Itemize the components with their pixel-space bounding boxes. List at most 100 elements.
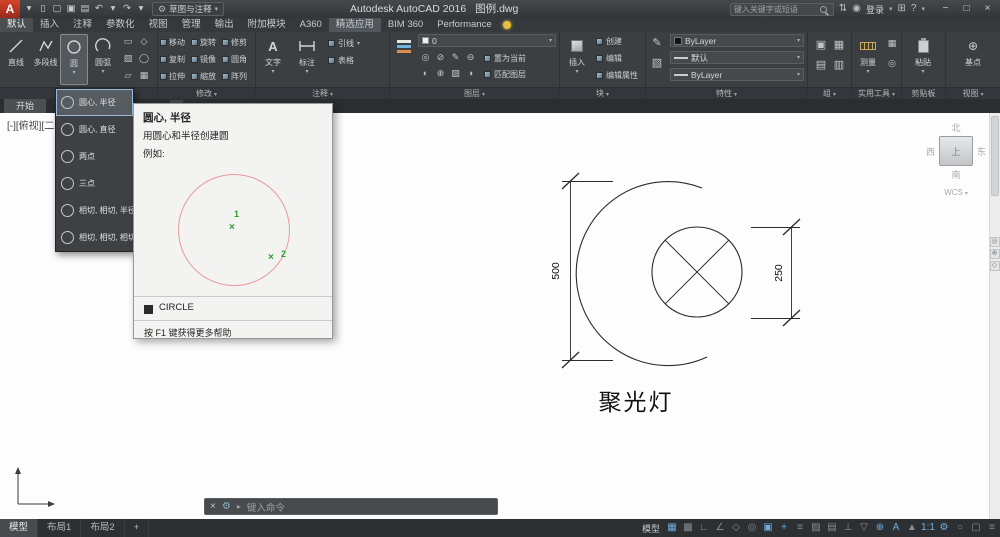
isolate-toggle[interactable]: ○	[952, 519, 968, 537]
close-icon[interactable]: ×	[210, 501, 216, 512]
viewcube[interactable]: 北 西 上 东 南 WCS ▾	[918, 121, 994, 197]
layer-walk-icon[interactable]: ◑	[463, 66, 478, 82]
create-block-button[interactable]: 创建	[596, 33, 644, 50]
layer-select[interactable]: 0 ▾	[418, 34, 556, 47]
workspace-selector[interactable]: ⚙ 草图与注释 ▾	[152, 2, 225, 16]
annotation-scale[interactable]: 1:1	[920, 519, 936, 537]
groups-panel-label[interactable]: 组 ▾	[808, 87, 851, 99]
match-layer-button[interactable]: 匹配图层	[484, 66, 558, 82]
dimension-caret-icon[interactable]: ▾	[305, 68, 308, 75]
quick-calc-icon[interactable]: ▦	[884, 36, 900, 56]
clean-screen-toggle[interactable]: ▢	[968, 519, 984, 537]
workspace-switch[interactable]: ⚙	[936, 519, 952, 537]
region-icon[interactable]: ▱	[120, 68, 136, 85]
annotate-panel-label[interactable]: 注释 ▾	[256, 87, 389, 99]
osnap-track-toggle[interactable]: ◎	[744, 519, 760, 537]
viewcube-cube[interactable]: 上	[939, 136, 973, 166]
rotate-button[interactable]: 旋转	[191, 34, 222, 51]
scale-button[interactable]: 缩放	[191, 68, 222, 85]
utilities-panel-label[interactable]: 实用工具 ▾	[852, 87, 901, 99]
navigation-wheel-icon[interactable]: ◎	[989, 237, 1000, 247]
transparency-toggle[interactable]: ▨	[808, 519, 824, 537]
application-menu-arrow-icon[interactable]: ▾	[22, 0, 36, 18]
menu-item-3-point[interactable]: 三点	[56, 170, 133, 197]
save-button[interactable]: ▣	[64, 0, 78, 18]
undo-button[interactable]: ↶	[92, 0, 106, 18]
close-button[interactable]: ×	[977, 0, 998, 18]
layout2-tab[interactable]: 布局2	[81, 519, 125, 537]
tab-addins[interactable]: 附加模块	[241, 18, 293, 32]
application-menu-button[interactable]: A	[0, 0, 20, 18]
signin-button[interactable]: 登录	[866, 3, 884, 16]
wcs-selector[interactable]: WCS ▾	[918, 188, 994, 197]
menu-item-center-diameter[interactable]: 圆心, 直径	[56, 116, 133, 143]
set-current-layer-button[interactable]: 置为当前	[484, 50, 558, 66]
insert-block-button[interactable]: 插入 ▾	[562, 34, 592, 85]
block-panel-label[interactable]: 块 ▾	[560, 87, 645, 99]
plot-button[interactable]: ▤	[78, 0, 92, 18]
layer-color-icon[interactable]: ▨	[448, 66, 463, 82]
annotation-visibility-toggle[interactable]: A	[888, 519, 904, 537]
customize-icon[interactable]: ⚙	[222, 501, 231, 512]
arc-button[interactable]: 圆弧 ▾	[89, 34, 117, 85]
tab-a360[interactable]: A360	[293, 18, 329, 32]
minimize-button[interactable]: −	[935, 0, 956, 18]
measure-caret-icon[interactable]: ▾	[866, 68, 869, 75]
base-point-button[interactable]: ⊕ 基点	[954, 34, 992, 85]
circle-button[interactable]: 圆 ▾	[60, 34, 88, 85]
text-button[interactable]: A 文字 ▾	[258, 34, 288, 85]
text-caret-icon[interactable]: ▾	[271, 68, 274, 75]
tab-bim360[interactable]: BIM 360	[381, 18, 430, 32]
search-box[interactable]: 键入关键字或短语	[729, 2, 834, 16]
undo-arrow-icon[interactable]: ▾	[106, 0, 120, 18]
tab-featured-apps[interactable]: 精选应用	[328, 18, 381, 32]
array-button[interactable]: 阵列	[222, 68, 253, 85]
selection-cycling-toggle[interactable]: ▤	[824, 519, 840, 537]
layer-state-icon[interactable]: ◎	[418, 50, 433, 66]
layer-properties-button[interactable]	[392, 34, 416, 85]
view-panel-label[interactable]: 视图 ▾	[946, 87, 1000, 99]
measure-button[interactable]: 测量 ▾	[854, 34, 882, 85]
dynamic-input-toggle[interactable]: +	[776, 519, 792, 537]
open-file-button[interactable]: ▢	[50, 0, 64, 18]
group-icon[interactable]: ▣	[812, 38, 830, 58]
layers-panel-label[interactable]: 图层 ▾	[390, 87, 559, 99]
model-tab[interactable]: 模型	[0, 519, 39, 537]
performance-hint-icon[interactable]	[502, 21, 511, 29]
viewcube-east[interactable]: 东	[977, 145, 986, 158]
insert-caret-icon[interactable]: ▾	[575, 68, 578, 75]
modify-panel-label[interactable]: 修改 ▾	[158, 87, 255, 99]
menu-item-2-point[interactable]: 两点	[56, 143, 133, 170]
search-icon[interactable]	[819, 5, 827, 13]
new-layout-tab[interactable]: +	[125, 519, 150, 537]
help-icon[interactable]: ?	[911, 0, 917, 18]
point-icon[interactable]: ▦	[136, 68, 152, 85]
object-color-select[interactable]: ByLayer ▾	[670, 34, 804, 47]
edit-block-button[interactable]: 编辑	[596, 50, 644, 67]
viewcube-top-face[interactable]: 上	[951, 147, 960, 157]
ellipse-icon[interactable]: ◯	[136, 51, 152, 68]
hatch-icon[interactable]: ▨	[120, 51, 136, 68]
line-button[interactable]: 直线	[2, 34, 30, 85]
command-input[interactable]: 键入命令	[247, 500, 285, 514]
polar-toggle[interactable]: ∠	[712, 519, 728, 537]
trim-button[interactable]: 修剪	[222, 34, 253, 51]
edit-attributes-button[interactable]: 编辑属性	[596, 67, 644, 84]
viewcube-south[interactable]: 南	[918, 168, 994, 181]
start-tab[interactable]: 开始	[4, 99, 47, 113]
menu-item-center-radius[interactable]: 圆心, 半径	[56, 89, 133, 116]
command-line[interactable]: × ⚙ ▸ 键入命令	[204, 498, 498, 515]
new-file-button[interactable]: ▯	[36, 0, 50, 18]
layer-isolate-icon[interactable]: ⊖	[463, 50, 478, 66]
stretch-button[interactable]: 拉伸	[160, 68, 191, 85]
polyline-button[interactable]: 多段线	[31, 34, 60, 85]
viewcube-west[interactable]: 西	[926, 145, 935, 158]
a360-sync-icon[interactable]: ⇅	[839, 0, 847, 18]
layer-freeze-icon[interactable]: ◐	[418, 66, 433, 82]
isodraft-toggle[interactable]: ◇	[728, 519, 744, 537]
ungroup-icon[interactable]: ▦	[830, 38, 848, 58]
exchange-apps-icon[interactable]: ⊞	[898, 0, 906, 18]
properties-palette-icon[interactable]: ▧	[648, 56, 666, 76]
leader-button[interactable]: 引线 ▾	[328, 35, 388, 52]
tab-manage[interactable]: 管理	[175, 18, 208, 32]
